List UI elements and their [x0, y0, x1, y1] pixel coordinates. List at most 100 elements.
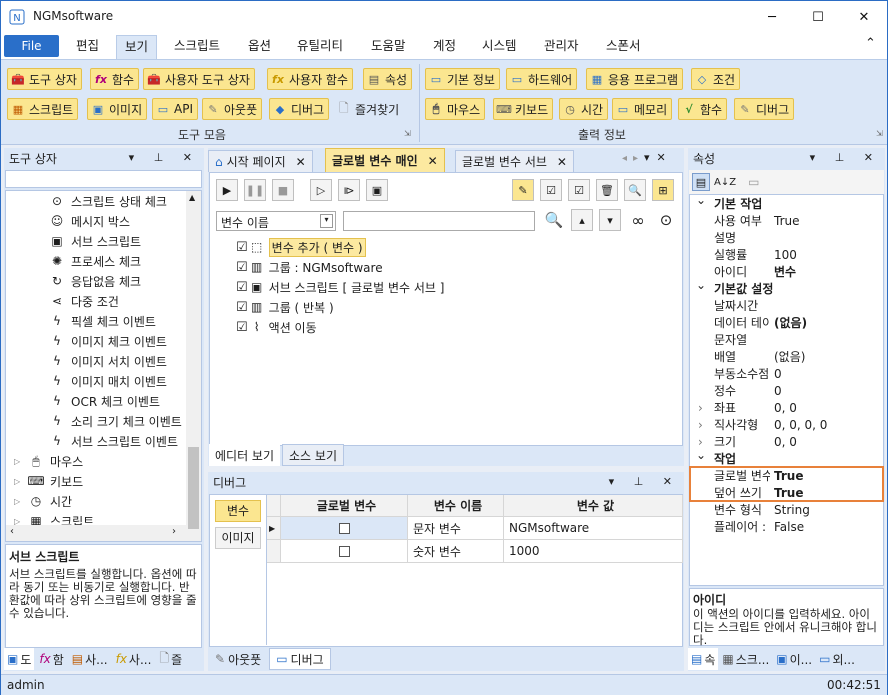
toolbox-item[interactable]: ✺ 프로세스 체크	[6, 251, 184, 271]
scroll-up-icon[interactable]: ▲	[189, 193, 195, 202]
minimize-button[interactable]: ─	[749, 1, 795, 33]
node-checkbox[interactable]: ☑	[236, 260, 248, 275]
node-checkbox[interactable]: ☑	[236, 240, 248, 255]
edit-mode-button[interactable]: ✎	[512, 179, 534, 201]
sort-az-icon[interactable]: A↓Z	[714, 177, 736, 188]
property-row[interactable]: 덮어 쓰기 True	[690, 484, 883, 501]
toolbox-category[interactable]: ▷ 🖱 마우스	[6, 451, 184, 471]
tab-global-var-main[interactable]: 글로벌 변수 매인 ✕	[325, 148, 445, 172]
ribbon-collapse-icon[interactable]: ⌃	[865, 36, 876, 51]
user-function-button[interactable]: fx 사용자 함수	[267, 68, 354, 90]
property-value[interactable]: 0, 0, 0, 0	[774, 418, 827, 432]
dialog-launcher-icon[interactable]: ⇲	[404, 129, 411, 138]
panel-pin-close-icon[interactable]: ▾ ⊥ ✕	[129, 151, 200, 164]
panel-pin-close-icon[interactable]: ▾ ⊥ ✕	[810, 151, 881, 164]
pause-button[interactable]: ❚❚	[244, 179, 266, 201]
close-tab-icon[interactable]: ✕	[296, 155, 306, 169]
toolbox-item[interactable]: ☺ 메시지 박스	[6, 211, 184, 231]
menu-edit[interactable]: 편집	[68, 33, 107, 59]
image-button[interactable]: ▣ 이미지	[87, 98, 148, 120]
tab-user-function[interactable]: fx 사...	[113, 648, 155, 670]
search-button[interactable]: 🔍	[543, 209, 565, 231]
property-value[interactable]: (없음)	[774, 348, 805, 365]
tab-start-page[interactable]: ⌂ 시작 페이지 ✕	[208, 150, 313, 172]
run-selected-button[interactable]: ⧐	[338, 179, 360, 201]
menu-script[interactable]: 스크립트	[166, 33, 228, 59]
menu-system[interactable]: 시스템	[474, 33, 525, 59]
property-category[interactable]: ⌄ 작업	[690, 448, 883, 467]
toolbox-item[interactable]: ↻ 응답없음 체크	[6, 271, 184, 291]
row-global-checkbox-cell[interactable]	[281, 540, 408, 563]
menu-options[interactable]: 옵션	[240, 33, 279, 59]
tab-global-var-sub[interactable]: 글로벌 변수 서브 ✕	[455, 150, 574, 172]
property-row[interactable]: 사용 여부 True	[690, 212, 883, 229]
property-value[interactable]: 변수	[774, 263, 796, 280]
link-button[interactable]: ∞	[627, 209, 649, 231]
toolbox-category[interactable]: ▷ ◷ 시간	[6, 491, 184, 511]
toolbox-item[interactable]: ⊙ 스크립트 상태 체크	[6, 191, 184, 211]
expand-icon[interactable]: ▷	[14, 477, 28, 486]
menu-utility[interactable]: 유틸리티	[289, 33, 351, 59]
variable-select[interactable]: 변수 이름 ▾	[216, 211, 336, 231]
property-row[interactable]: 배열 (없음)	[690, 348, 883, 365]
menu-view[interactable]: 보기	[116, 35, 158, 59]
tab-function[interactable]: fx 함	[36, 648, 66, 670]
debug-button[interactable]: ◆ 디버그	[269, 98, 330, 120]
toolbox-item[interactable]: ϟ 이미지 체크 이벤트	[6, 331, 184, 351]
step-button[interactable]: ▷	[310, 179, 332, 201]
close-button[interactable]: ✕	[841, 1, 887, 33]
tab-source-view[interactable]: 소스 보기	[282, 444, 344, 466]
property-row[interactable]: 설명	[690, 229, 883, 246]
toolbox-item[interactable]: ϟ OCR 체크 이벤트	[6, 391, 184, 411]
properties-button[interactable]: ▤ 속성	[363, 68, 413, 90]
toolbox-item[interactable]: ϟ 픽셀 체크 이벤트	[6, 311, 184, 331]
application-button[interactable]: ▦ 응용 프로그램	[586, 68, 684, 90]
check-button[interactable]: ☑	[568, 179, 590, 201]
menu-help[interactable]: 도움말	[363, 33, 414, 59]
tab-favorites[interactable]: 🗋 즐	[156, 648, 185, 670]
property-value[interactable]: False	[774, 520, 804, 534]
row-indicator[interactable]	[267, 540, 281, 563]
file-menu-button[interactable]: File	[4, 35, 59, 57]
toolbox-item[interactable]: ϟ 소리 크기 체크 이벤트	[6, 411, 184, 431]
tree-view-button[interactable]: ⊞	[652, 179, 674, 201]
mouse-button[interactable]: 🖱 마우스	[425, 98, 486, 120]
toolbox-button[interactable]: 🧰 도구 상자	[7, 68, 82, 90]
delete-button[interactable]: 🗑	[596, 179, 618, 201]
api-button[interactable]: ▭ API	[152, 98, 198, 120]
play-button[interactable]: ▶	[216, 179, 238, 201]
expand-icon[interactable]: ▷	[14, 497, 28, 506]
categorized-icon[interactable]: ▤	[692, 173, 710, 191]
script-node[interactable]: ☑ ▥ 그룹 ( 반복 )	[236, 297, 656, 317]
toolbox-item[interactable]: ϟ 이미지 서치 이벤트	[6, 351, 184, 371]
memory-button[interactable]: ▭ 메모리	[612, 98, 673, 120]
property-value[interactable]: True	[774, 214, 800, 228]
maximize-button[interactable]: ☐	[795, 1, 841, 33]
property-value[interactable]: 100	[774, 248, 797, 262]
tab-external[interactable]: ▭ 외...	[816, 648, 858, 670]
hardware-button[interactable]: ▭ 하드웨어	[506, 68, 578, 90]
property-value[interactable]: 0	[774, 384, 782, 398]
time-button[interactable]: ◷ 시간	[559, 98, 609, 120]
property-pages-icon[interactable]: ▭	[748, 175, 759, 189]
collapse-icon[interactable]: ⌄	[696, 195, 706, 207]
collapse-icon[interactable]: ⌄	[696, 278, 706, 292]
property-value[interactable]: True	[774, 469, 803, 483]
function-output-button[interactable]: √ 함수	[678, 98, 728, 120]
expand-icon[interactable]: ›	[698, 418, 703, 432]
find-button[interactable]: 🔍	[624, 179, 646, 201]
property-row[interactable]: 변수 형식 String	[690, 501, 883, 518]
collapse-icon[interactable]: ⌄	[696, 448, 706, 462]
basic-info-button[interactable]: ▭ 기본 정보	[425, 68, 500, 90]
property-row[interactable]: 아이디 변수	[690, 263, 883, 280]
property-row[interactable]: 글로벌 변수 True	[690, 467, 883, 484]
node-checkbox[interactable]: ☑	[236, 280, 248, 295]
debug-output-button[interactable]: ✎ 디버그	[734, 98, 795, 120]
close-tab-icon[interactable]: ✕	[428, 154, 438, 168]
toolbox-item[interactable]: ▣ 서브 스크립트	[6, 231, 184, 251]
property-row[interactable]: › 크기 0, 0	[690, 433, 883, 450]
node-checkbox[interactable]: ☑	[236, 300, 248, 315]
script-node[interactable]: ☑ ▥ 그룹 : NGMsoftware	[236, 257, 656, 277]
property-value[interactable]: 0	[774, 367, 782, 381]
property-row[interactable]: 부동소수점 0	[690, 365, 883, 382]
